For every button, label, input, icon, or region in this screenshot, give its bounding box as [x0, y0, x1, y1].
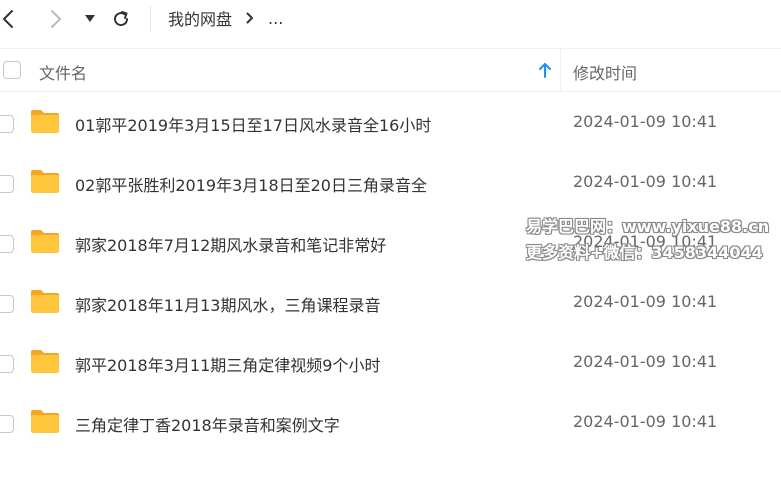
column-header-modified[interactable]: 修改时间 — [573, 60, 637, 84]
refresh-icon — [114, 11, 129, 27]
folder-icon — [31, 170, 59, 193]
file-name[interactable]: 02郭平张胜利2019年3月18日至20日三角录音全 — [75, 172, 427, 196]
history-dropdown-button[interactable] — [83, 6, 97, 32]
file-modified: 2024-01-09 10:41 — [573, 412, 718, 431]
folder-icon — [31, 290, 59, 313]
file-modified: 2024-01-09 10:41 — [573, 232, 718, 251]
breadcrumb-separator-icon — [246, 12, 254, 24]
file-modified: 2024-01-09 10:41 — [573, 292, 718, 311]
forward-button[interactable] — [46, 6, 66, 32]
file-list-header: 文件名 修改时间 — [0, 48, 781, 92]
breadcrumb: 我的网盘 ... — [168, 6, 283, 30]
row-checkbox[interactable] — [0, 415, 14, 433]
row-checkbox[interactable] — [0, 175, 14, 193]
column-header-name[interactable]: 文件名 — [39, 60, 87, 84]
row-checkbox[interactable] — [0, 355, 14, 373]
folder-icon — [31, 350, 59, 373]
breadcrumb-root[interactable]: 我的网盘 — [168, 6, 232, 30]
file-name[interactable]: 郭家2018年7月12期风水录音和笔记非常好 — [75, 232, 386, 256]
file-manager: 我的网盘 ... 文件名 修改时间 01郭平2019年3月15日至17日风水录音… — [0, 0, 781, 478]
back-button[interactable] — [0, 6, 16, 32]
sort-ascending-icon[interactable] — [538, 62, 552, 82]
select-all-checkbox[interactable] — [3, 61, 21, 79]
file-modified: 2024-01-09 10:41 — [573, 352, 718, 371]
caret-down-icon — [85, 15, 95, 22]
file-row[interactable]: 郭家2018年7月12期风水录音和笔记非常好 2024-01-09 10:41 — [0, 214, 781, 274]
file-name[interactable]: 三角定律丁香2018年录音和案例文字 — [75, 412, 340, 436]
row-checkbox[interactable] — [0, 115, 14, 133]
file-row[interactable]: 三角定律丁香2018年录音和案例文字 2024-01-09 10:41 — [0, 394, 781, 454]
file-row[interactable]: 01郭平2019年3月15日至17日风水录音全16小时 2024-01-09 1… — [0, 94, 781, 154]
file-name[interactable]: 郭平2018年3月11期三角定律视频9个小时 — [75, 352, 380, 376]
folder-icon — [31, 230, 59, 253]
chevron-left-icon — [3, 10, 13, 28]
file-row[interactable]: 郭家2018年11月13期风水，三角课程录音 2024-01-09 10:41 — [0, 274, 781, 334]
file-row[interactable]: 02郭平张胜利2019年3月18日至20日三角录音全 2024-01-09 10… — [0, 154, 781, 214]
row-checkbox[interactable] — [0, 235, 14, 253]
folder-icon — [31, 110, 59, 133]
file-row[interactable]: 郭平2018年3月11期三角定律视频9个小时 2024-01-09 10:41 — [0, 334, 781, 394]
column-divider[interactable] — [560, 49, 561, 92]
file-name[interactable]: 01郭平2019年3月15日至17日风水录音全16小时 — [75, 112, 431, 136]
toolbar: 我的网盘 ... — [0, 0, 781, 40]
folder-icon — [31, 410, 59, 433]
toolbar-divider — [150, 6, 151, 32]
file-name[interactable]: 郭家2018年11月13期风水，三角课程录音 — [75, 292, 380, 316]
file-modified: 2024-01-09 10:41 — [573, 112, 718, 131]
file-modified: 2024-01-09 10:41 — [573, 172, 718, 191]
chevron-right-icon — [51, 10, 61, 28]
refresh-button[interactable] — [110, 6, 132, 32]
row-checkbox[interactable] — [0, 295, 14, 313]
breadcrumb-more[interactable]: ... — [268, 9, 283, 28]
